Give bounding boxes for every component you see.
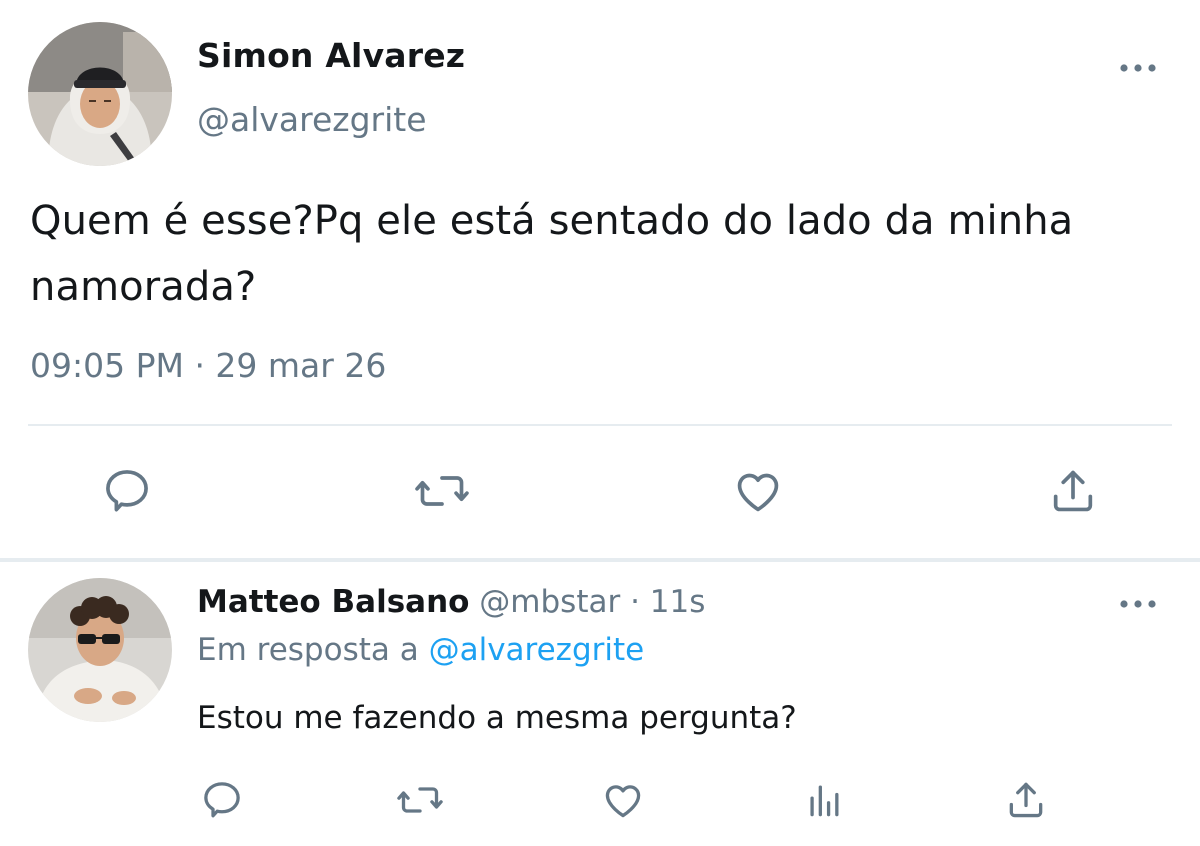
reply-text: Estou me fazendo a mesma pergunta? [197,700,797,736]
reply-time[interactable]: 11s [650,584,706,620]
reply-author-avatar[interactable] [28,578,172,722]
like-icon[interactable] [728,462,788,520]
reply-share-icon[interactable] [1002,776,1050,824]
reply-reply-icon[interactable] [198,776,246,824]
reply-more-options-icon[interactable] [1117,594,1159,618]
reply-context: Em resposta a @alvarezgrite [197,632,644,668]
author-handle[interactable]: @alvarezgrite [197,100,427,139]
reply-icon[interactable] [98,462,156,520]
reply-retweet-icon[interactable] [393,776,447,824]
tweet-timestamp[interactable]: 09:05 PM · 29 mar 26 [30,346,386,385]
meta-separator: · [620,584,650,620]
reply-header: Matteo Balsano @mbstar · 11s [197,584,705,620]
reply-author-name[interactable]: Matteo Balsano [197,584,469,620]
retweet-icon[interactable] [410,462,474,520]
author-avatar[interactable] [28,22,172,166]
analytics-icon[interactable] [800,776,848,824]
reply-to-mention[interactable]: @alvarezgrite [429,632,645,668]
divider [28,424,1172,426]
share-icon[interactable] [1044,462,1102,520]
more-options-icon[interactable] [1117,58,1159,82]
tweet-separator [0,558,1200,562]
author-name[interactable]: Simon Alvarez [197,36,465,75]
reply-like-icon[interactable] [598,776,648,824]
reply-to-prefix: Em resposta a [197,632,429,668]
reply-author-handle[interactable]: @mbstar [479,584,620,620]
tweet-text: Quem é esse?Pq ele está sentado do lado … [30,198,1074,310]
